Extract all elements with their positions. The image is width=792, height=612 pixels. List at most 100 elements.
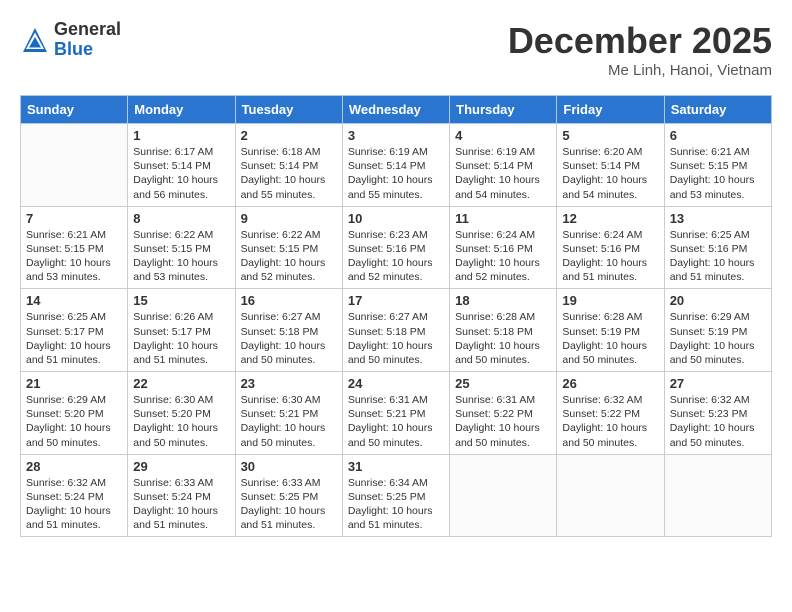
day-number: 25 <box>455 376 551 391</box>
calendar-cell: 23 Sunrise: 6:30 AM Sunset: 5:21 PM Dayli… <box>235 372 342 455</box>
header-sunday: Sunday <box>21 96 128 124</box>
day-info: Sunrise: 6:23 AM Sunset: 5:16 PM Dayligh… <box>348 228 444 285</box>
day-info: Sunrise: 6:34 AM Sunset: 5:25 PM Dayligh… <box>348 476 444 533</box>
day-info: Sunrise: 6:33 AM Sunset: 5:24 PM Dayligh… <box>133 476 229 533</box>
day-number: 21 <box>26 376 122 391</box>
day-info: Sunrise: 6:27 AM Sunset: 5:18 PM Dayligh… <box>241 310 337 367</box>
day-number: 10 <box>348 211 444 226</box>
calendar-cell: 2 Sunrise: 6:18 AM Sunset: 5:14 PM Daylig… <box>235 124 342 207</box>
day-info: Sunrise: 6:21 AM Sunset: 5:15 PM Dayligh… <box>26 228 122 285</box>
calendar-cell: 4Sunrise: 6:19 AM Sunset: 5:14 PM Daylig… <box>450 124 557 207</box>
header-tuesday: Tuesday <box>235 96 342 124</box>
day-info: Sunrise: 6:30 AM Sunset: 5:20 PM Dayligh… <box>133 393 229 450</box>
calendar-week-row: 21 Sunrise: 6:29 AM Sunset: 5:20 PM Dayli… <box>21 372 772 455</box>
title-area: December 2025 Me Linh, Hanoi, Vietnam <box>508 20 772 79</box>
day-info: Sunrise: 6:19 AM Sunset: 5:14 PM Dayligh… <box>455 145 551 202</box>
logo-blue-text: Blue <box>54 40 121 60</box>
header-saturday: Saturday <box>664 96 771 124</box>
day-info: Sunrise: 6:28 AM Sunset: 5:18 PM Dayligh… <box>455 310 551 367</box>
day-info: Sunrise: 6:27 AM Sunset: 5:18 PM Dayligh… <box>348 310 444 367</box>
day-number: 16 <box>241 293 337 308</box>
calendar-week-row: 28 Sunrise: 6:32 AM Sunset: 5:24 PM Dayli… <box>21 454 772 537</box>
day-number: 5 <box>562 128 658 143</box>
day-info: Sunrise: 6:32 AM Sunset: 5:23 PM Dayligh… <box>670 393 766 450</box>
calendar-cell: 16 Sunrise: 6:27 AM Sunset: 5:18 PM Dayli… <box>235 289 342 372</box>
day-number: 17 <box>348 293 444 308</box>
day-info: Sunrise: 6:29 AM Sunset: 5:20 PM Dayligh… <box>26 393 122 450</box>
calendar-cell: 21 Sunrise: 6:29 AM Sunset: 5:20 PM Dayli… <box>21 372 128 455</box>
calendar-cell: 18 Sunrise: 6:28 AM Sunset: 5:18 PM Dayli… <box>450 289 557 372</box>
location-text: Me Linh, Hanoi, Vietnam <box>508 62 772 79</box>
day-info: Sunrise: 6:30 AM Sunset: 5:21 PM Dayligh… <box>241 393 337 450</box>
day-number: 24 <box>348 376 444 391</box>
calendar-cell: 5 Sunrise: 6:20 AM Sunset: 5:14 PM Daylig… <box>557 124 664 207</box>
day-number: 2 <box>241 128 337 143</box>
calendar-week-row: 7 Sunrise: 6:21 AM Sunset: 5:15 PM Daylig… <box>21 206 772 289</box>
month-title: December 2025 <box>508 20 772 62</box>
calendar-cell <box>21 124 128 207</box>
day-info: Sunrise: 6:25 AM Sunset: 5:16 PM Dayligh… <box>670 228 766 285</box>
calendar-cell: 25 Sunrise: 6:31 AM Sunset: 5:22 PM Dayli… <box>450 372 557 455</box>
day-number: 13 <box>670 211 766 226</box>
day-number: 15 <box>133 293 229 308</box>
day-info: Sunrise: 6:22 AM Sunset: 5:15 PM Dayligh… <box>133 228 229 285</box>
calendar-cell: 3Sunrise: 6:19 AM Sunset: 5:14 PM Daylig… <box>342 124 449 207</box>
day-number: 27 <box>670 376 766 391</box>
day-info: Sunrise: 6:28 AM Sunset: 5:19 PM Dayligh… <box>562 310 658 367</box>
day-info: Sunrise: 6:26 AM Sunset: 5:17 PM Dayligh… <box>133 310 229 367</box>
header-thursday: Thursday <box>450 96 557 124</box>
day-info: Sunrise: 6:21 AM Sunset: 5:15 PM Dayligh… <box>670 145 766 202</box>
day-info: Sunrise: 6:29 AM Sunset: 5:19 PM Dayligh… <box>670 310 766 367</box>
calendar-cell: 22 Sunrise: 6:30 AM Sunset: 5:20 PM Dayli… <box>128 372 235 455</box>
day-info: Sunrise: 6:24 AM Sunset: 5:16 PM Dayligh… <box>455 228 551 285</box>
day-number: 1 <box>133 128 229 143</box>
day-number: 18 <box>455 293 551 308</box>
day-number: 31 <box>348 459 444 474</box>
calendar-cell <box>557 454 664 537</box>
day-info: Sunrise: 6:31 AM Sunset: 5:22 PM Dayligh… <box>455 393 551 450</box>
calendar-cell: 30 Sunrise: 6:33 AM Sunset: 5:25 PM Dayli… <box>235 454 342 537</box>
day-info: Sunrise: 6:18 AM Sunset: 5:14 PM Dayligh… <box>241 145 337 202</box>
day-info: Sunrise: 6:31 AM Sunset: 5:21 PM Dayligh… <box>348 393 444 450</box>
day-number: 26 <box>562 376 658 391</box>
day-info: Sunrise: 6:20 AM Sunset: 5:14 PM Dayligh… <box>562 145 658 202</box>
calendar-cell: 27 Sunrise: 6:32 AM Sunset: 5:23 PM Dayli… <box>664 372 771 455</box>
header-wednesday: Wednesday <box>342 96 449 124</box>
calendar-cell: 10 Sunrise: 6:23 AM Sunset: 5:16 PM Dayli… <box>342 206 449 289</box>
day-info: Sunrise: 6:32 AM Sunset: 5:24 PM Dayligh… <box>26 476 122 533</box>
day-info: Sunrise: 6:19 AM Sunset: 5:14 PM Dayligh… <box>348 145 444 202</box>
logo: General Blue <box>20 20 121 60</box>
calendar-cell: 7 Sunrise: 6:21 AM Sunset: 5:15 PM Daylig… <box>21 206 128 289</box>
day-number: 28 <box>26 459 122 474</box>
day-info: Sunrise: 6:17 AM Sunset: 5:14 PM Dayligh… <box>133 145 229 202</box>
calendar-table: Sunday Monday Tuesday Wednesday Thursday… <box>20 95 772 537</box>
calendar-cell: 14Sunrise: 6:25 AM Sunset: 5:17 PM Dayli… <box>21 289 128 372</box>
header-friday: Friday <box>557 96 664 124</box>
day-number: 23 <box>241 376 337 391</box>
calendar-header-row: Sunday Monday Tuesday Wednesday Thursday… <box>21 96 772 124</box>
calendar-cell: 12Sunrise: 6:24 AM Sunset: 5:16 PM Dayli… <box>557 206 664 289</box>
day-number: 29 <box>133 459 229 474</box>
calendar-week-row: 14Sunrise: 6:25 AM Sunset: 5:17 PM Dayli… <box>21 289 772 372</box>
day-number: 22 <box>133 376 229 391</box>
calendar-cell: 31 Sunrise: 6:34 AM Sunset: 5:25 PM Dayli… <box>342 454 449 537</box>
day-info: Sunrise: 6:24 AM Sunset: 5:16 PM Dayligh… <box>562 228 658 285</box>
calendar-cell: 15 Sunrise: 6:26 AM Sunset: 5:17 PM Dayli… <box>128 289 235 372</box>
logo-general-text: General <box>54 20 121 40</box>
calendar-cell: 8Sunrise: 6:22 AM Sunset: 5:15 PM Daylig… <box>128 206 235 289</box>
calendar-cell: 26 Sunrise: 6:32 AM Sunset: 5:22 PM Dayli… <box>557 372 664 455</box>
day-info: Sunrise: 6:33 AM Sunset: 5:25 PM Dayligh… <box>241 476 337 533</box>
day-info: Sunrise: 6:32 AM Sunset: 5:22 PM Dayligh… <box>562 393 658 450</box>
calendar-cell: 20 Sunrise: 6:29 AM Sunset: 5:19 PM Dayli… <box>664 289 771 372</box>
calendar-cell: 19Sunrise: 6:28 AM Sunset: 5:19 PM Dayli… <box>557 289 664 372</box>
page-header: General Blue December 2025 Me Linh, Hano… <box>20 20 772 79</box>
day-number: 20 <box>670 293 766 308</box>
day-number: 7 <box>26 211 122 226</box>
calendar-cell: 17 Sunrise: 6:27 AM Sunset: 5:18 PM Dayli… <box>342 289 449 372</box>
calendar-cell: 13 Sunrise: 6:25 AM Sunset: 5:16 PM Dayli… <box>664 206 771 289</box>
calendar-cell: 9Sunrise: 6:22 AM Sunset: 5:15 PM Daylig… <box>235 206 342 289</box>
calendar-cell: 28 Sunrise: 6:32 AM Sunset: 5:24 PM Dayli… <box>21 454 128 537</box>
day-info: Sunrise: 6:25 AM Sunset: 5:17 PM Dayligh… <box>26 310 122 367</box>
day-number: 30 <box>241 459 337 474</box>
calendar-cell: 24 Sunrise: 6:31 AM Sunset: 5:21 PM Dayli… <box>342 372 449 455</box>
